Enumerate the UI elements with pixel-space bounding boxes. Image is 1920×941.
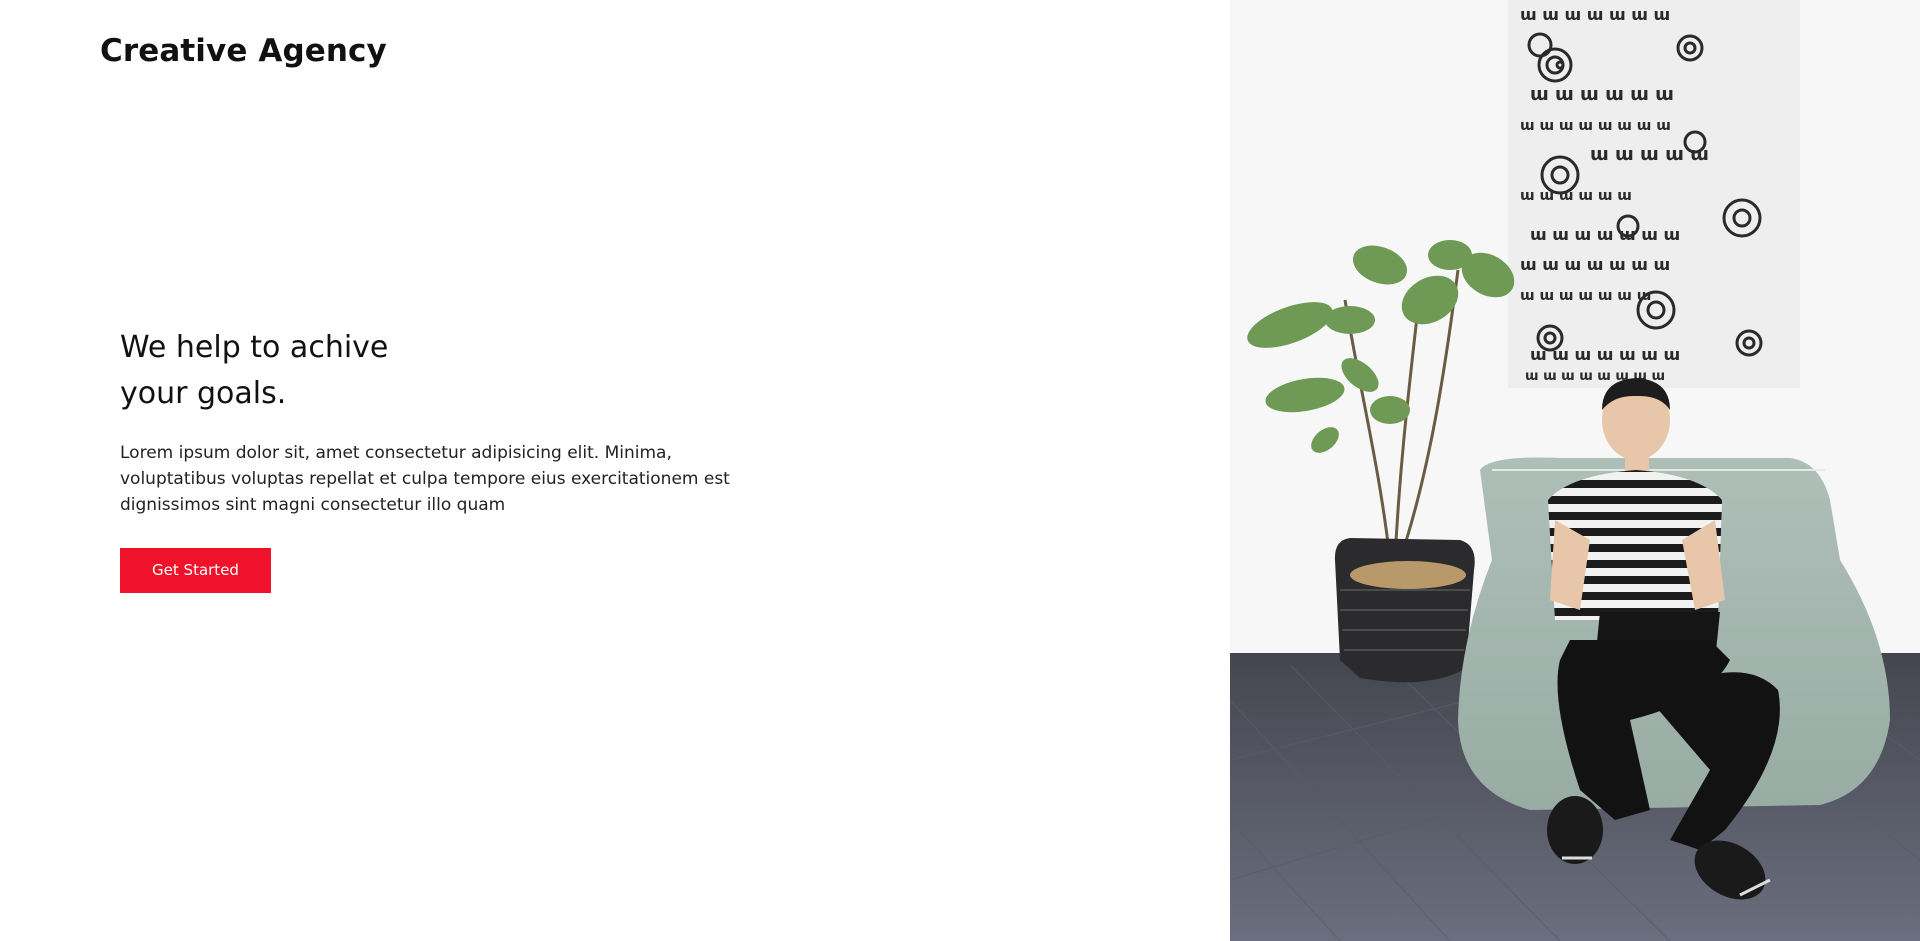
svg-text:ɯ ɯ ɯ ɯ ɯ: ɯ ɯ ɯ ɯ ɯ — [1590, 144, 1709, 165]
hero-title: We help to achive your goals. — [120, 330, 389, 411]
svg-text:ɯ ɯ ɯ ɯ ɯ ɯ ɯ: ɯ ɯ ɯ ɯ ɯ ɯ ɯ — [1520, 255, 1670, 274]
svg-text:ɯ ɯ ɯ ɯ ɯ ɯ ɯ: ɯ ɯ ɯ ɯ ɯ ɯ ɯ — [1530, 225, 1680, 244]
svg-text:ɯ ɯ ɯ ɯ ɯ ɯ ɯ: ɯ ɯ ɯ ɯ ɯ ɯ ɯ — [1520, 288, 1651, 304]
svg-text:ɯ ɯ ɯ ɯ ɯ ɯ: ɯ ɯ ɯ ɯ ɯ ɯ — [1530, 84, 1674, 105]
svg-text:ɯ ɯ ɯ ɯ ɯ ɯ ɯ ɯ: ɯ ɯ ɯ ɯ ɯ ɯ ɯ ɯ — [1520, 118, 1671, 134]
hero-description: Lorem ipsum dolor sit, amet consectetur … — [120, 443, 730, 515]
hero-section: We help to achive your goals. Lorem ipsu… — [120, 325, 740, 593]
hero-photo: ɯ ɯ ɯ ɯ ɯ ɯ ɯ ɯ ɯ ɯ ɯ ɯ ɯ ɯ ɯ ɯ ɯ ɯ ɯ ɯ … — [1230, 0, 1920, 941]
svg-text:ɯ ɯ ɯ ɯ ɯ ɯ ɯ: ɯ ɯ ɯ ɯ ɯ ɯ ɯ — [1520, 5, 1670, 24]
svg-text:ɯ ɯ ɯ ɯ ɯ ɯ: ɯ ɯ ɯ ɯ ɯ ɯ — [1520, 188, 1632, 204]
svg-text:ɯ ɯ ɯ ɯ ɯ ɯ ɯ: ɯ ɯ ɯ ɯ ɯ ɯ ɯ — [1530, 345, 1680, 364]
get-started-button[interactable]: Get Started — [120, 548, 271, 593]
brand-logo[interactable]: Creative Agency — [100, 33, 387, 69]
